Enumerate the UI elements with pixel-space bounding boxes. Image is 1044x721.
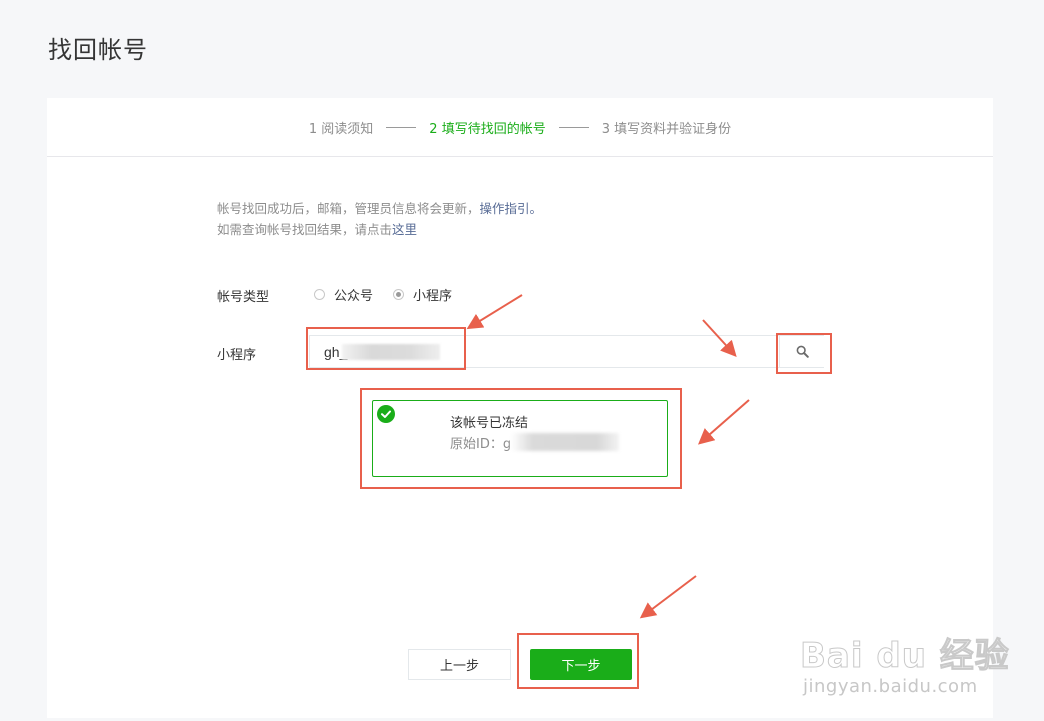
redacted-mask [511,433,619,451]
mini-program-label: 小程序 [217,348,257,363]
original-id: 原始ID：g [450,437,512,452]
step-3: 3 填写资料并验证身份 [601,121,732,137]
check-circle-icon [377,405,395,423]
notice-line-1: 帐号找回成功后，邮箱，管理员信息将会更新， [217,201,480,216]
account-type-label: 帐号类型 [217,290,270,305]
page-title: 找回帐号 [48,36,148,64]
freeze-status: 该帐号已冻结 [450,416,529,431]
radio-unchecked-icon [314,289,325,300]
search-icon [796,345,809,358]
result-panel: 该帐号已冻结 原始ID：g [372,400,668,477]
radio-official-account[interactable]: 公众号 [314,285,373,304]
guide-link[interactable]: 操作指引。 [480,201,543,216]
step-divider [558,126,589,128]
step-divider [386,126,417,128]
notice-text: 帐号找回成功后，邮箱，管理员信息将会更新，操作指引。 如需查询帐号找回结果，请点… [217,198,542,240]
step-1: 1 阅读须知 [308,121,374,137]
step-2: 2 填写待找回的帐号 [429,121,546,137]
step-indicator: 1 阅读须知 2 填写待找回的帐号 3 填写资料并验证身份 [47,98,993,157]
baidu-watermark-logo: Bai du 经验 [800,636,1010,677]
notice-line-2: 如需查询帐号找回结果，请点击 [217,222,393,237]
radio-checked-icon [393,289,405,300]
baidu-watermark-url: jingyan.baidu.com [803,676,978,697]
radio-mini-program[interactable]: 小程序 [393,285,452,304]
account-input-box [309,335,824,368]
radio-label: 小程序 [413,289,453,304]
redacted-mask [342,344,440,360]
recover-account-card: 1 阅读须知 2 填写待找回的帐号 3 填写资料并验证身份 帐号找回成功后，邮箱… [47,98,993,718]
next-step-button[interactable]: 下一步 [530,649,632,680]
prev-step-button[interactable]: 上一步 [408,649,511,680]
search-button[interactable] [779,336,824,367]
radio-label: 公众号 [334,289,374,304]
account-type-radio-group: 公众号 小程序 [314,285,472,304]
query-result-link[interactable]: 这里 [392,222,417,237]
